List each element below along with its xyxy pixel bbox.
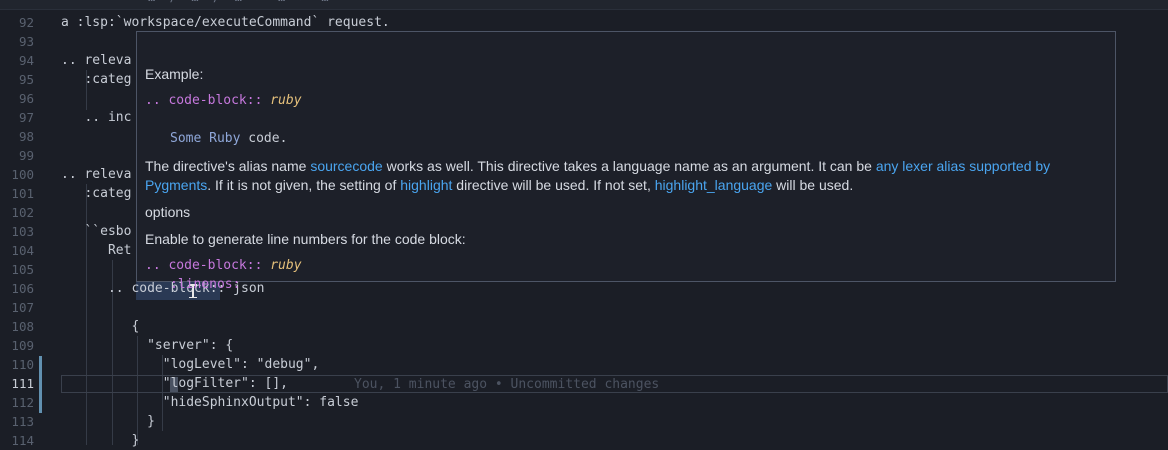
code-line[interactable]: 107 xyxy=(0,298,1168,317)
description-paragraph: The directive's alias name sourcecode wo… xyxy=(145,158,1051,174)
line-number: 107 xyxy=(11,300,34,315)
line-text: "logFilter": [], xyxy=(61,376,288,391)
code-line[interactable]: 92 a :lsp:`workspace/executeCommand` requ… xyxy=(0,13,1168,32)
line-number: 101 xyxy=(11,186,34,201)
line-text: a :lsp:`workspace/executeCommand` reques… xyxy=(61,15,390,30)
line-number: 106 xyxy=(11,281,34,296)
line-number: 102 xyxy=(11,205,34,220)
sourcecode-link[interactable]: sourcecode xyxy=(310,158,382,174)
highlight-link[interactable]: highlight xyxy=(400,177,452,193)
line-number: 92 xyxy=(18,15,34,30)
line-number: 109 xyxy=(11,338,34,353)
line-number: 97 xyxy=(18,110,34,125)
line-number: 96 xyxy=(18,91,34,106)
line-text: "hideSphinxOutput": false xyxy=(61,395,359,410)
hover-documentation-popup[interactable]: Example: .. code-block:: ruby Some Ruby … xyxy=(136,31,1116,292)
line-text: "server": { xyxy=(61,338,234,353)
line-text: :categ xyxy=(61,186,132,201)
line-text: .. releva xyxy=(61,167,132,182)
linenos-description: Enable to generate line numbers for the … xyxy=(145,231,466,247)
line-text: } xyxy=(61,433,140,448)
line-text: :categ xyxy=(61,72,132,87)
line-text: .. releva xyxy=(61,53,132,68)
line-text: .. inc xyxy=(61,110,132,125)
code-example-1-body: Some Ruby code. xyxy=(170,131,288,146)
code-example-1: .. code-block:: ruby xyxy=(145,93,302,108)
options-heading: options xyxy=(145,204,191,220)
line-text: Ret xyxy=(61,243,132,258)
line-text: { xyxy=(61,319,140,334)
line-number: 108 xyxy=(11,319,34,334)
line-number: 105 xyxy=(11,262,34,277)
line-number: 93 xyxy=(18,34,34,49)
line-number: 110 xyxy=(11,357,34,372)
highlight-language-link[interactable]: highlight_language xyxy=(655,177,773,193)
line-number: 114 xyxy=(11,433,34,448)
line-text: "logLevel": "debug", xyxy=(61,357,320,372)
line-number: 100 xyxy=(11,167,34,182)
line-number: 94 xyxy=(18,53,34,68)
code-example-2: .. code-block:: ruby xyxy=(145,258,302,273)
pygments-link[interactable]: Pygments xyxy=(145,177,207,193)
code-line[interactable]: 110 "logLevel": "debug", xyxy=(0,355,1168,374)
git-modified-marker xyxy=(39,394,42,413)
line-number: 112 xyxy=(11,395,34,410)
git-modified-marker xyxy=(39,375,42,394)
example-label: Example: xyxy=(145,66,204,82)
code-line[interactable]: 112 "hideSphinxOutput": false xyxy=(0,393,1168,412)
git-modified-marker xyxy=(39,356,42,375)
line-text: } xyxy=(61,414,155,429)
line-number: 104 xyxy=(11,243,34,258)
line-number: 99 xyxy=(18,148,34,163)
line-number: 103 xyxy=(11,224,34,239)
description-paragraph-cont: Pygments. If it is not given, the settin… xyxy=(145,177,854,193)
line-number: 95 xyxy=(18,72,34,87)
code-line[interactable]: 113 } xyxy=(0,412,1168,431)
code-editor[interactable]: … / … / … > … > … 92 a :lsp:`workspace/ex… xyxy=(0,0,1168,448)
lexer-alias-link[interactable]: any lexer alias supported by xyxy=(876,158,1050,174)
line-number: 111 xyxy=(11,376,34,391)
line-text: ``esbo xyxy=(61,224,132,239)
code-line[interactable]: 108 { xyxy=(0,317,1168,336)
code-line[interactable]: 109 "server": { xyxy=(0,336,1168,355)
breadcrumb[interactable]: … / … / … > … > … xyxy=(0,0,1168,10)
code-example-2-option: :linenos: xyxy=(170,277,241,292)
line-number: 113 xyxy=(11,414,34,429)
git-blame-annotation: You, 1 minute ago • Uncommitted changes xyxy=(354,377,660,392)
line-number: 98 xyxy=(18,129,34,144)
code-line[interactable]: 114 } xyxy=(0,431,1168,450)
